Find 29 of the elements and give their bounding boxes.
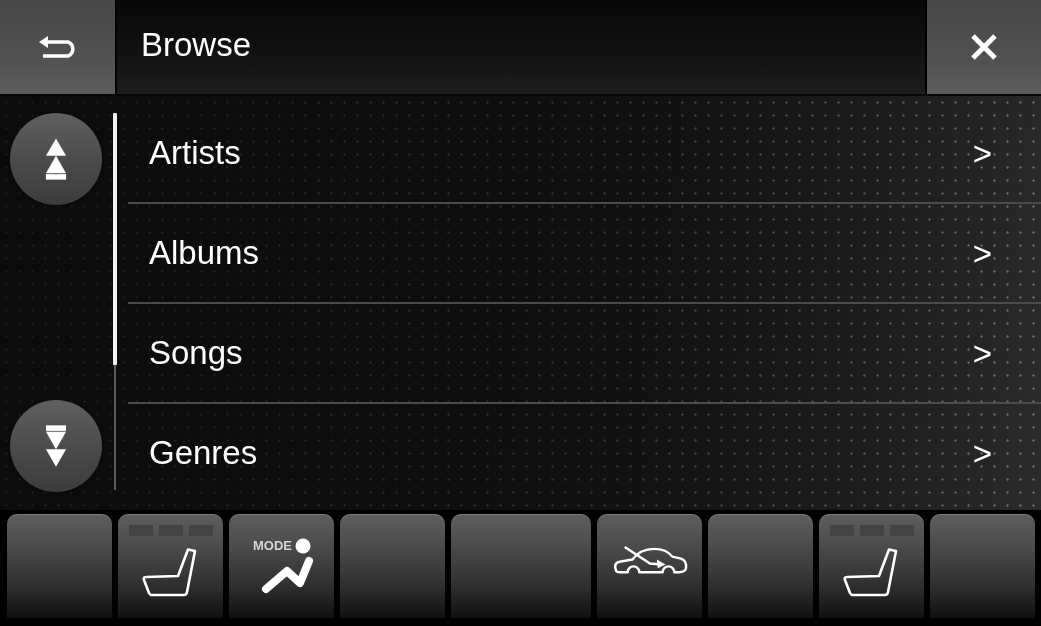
- list-item[interactable]: Artists >: [128, 102, 1041, 202]
- blank-button[interactable]: [7, 514, 112, 618]
- seat-heater-button[interactable]: [118, 514, 223, 618]
- recirculation-button[interactable]: [597, 514, 702, 618]
- scroll-down-button[interactable]: [10, 400, 102, 492]
- seat-icon: [142, 548, 197, 597]
- close-button[interactable]: [927, 0, 1041, 94]
- chevron-icon: >: [972, 436, 992, 470]
- scrollbar-thumb[interactable]: [113, 113, 117, 365]
- chevron-icon: >: [972, 136, 992, 170]
- chevron-icon: >: [972, 236, 992, 270]
- scroll-up-button[interactable]: [10, 113, 102, 205]
- blank-button[interactable]: [451, 514, 591, 618]
- double-down-arrow-icon: [45, 424, 67, 468]
- chevron-icon: >: [972, 336, 992, 370]
- blank-button[interactable]: [708, 514, 813, 618]
- blank-button[interactable]: [340, 514, 445, 618]
- close-icon: [970, 33, 998, 61]
- blank-button[interactable]: [930, 514, 1035, 618]
- back-arrow-icon: [38, 36, 77, 58]
- list-item[interactable]: Genres >: [128, 402, 1041, 502]
- seat-heater-button[interactable]: [819, 514, 924, 618]
- double-up-arrow-icon: [45, 137, 67, 181]
- list-item[interactable]: Albums >: [128, 202, 1041, 302]
- seat-icon: [843, 548, 898, 597]
- back-button[interactable]: [0, 0, 115, 94]
- screen-title: Browse: [141, 27, 252, 61]
- mode-button[interactable]: MODE: [229, 514, 334, 618]
- list-item[interactable]: Songs >: [128, 302, 1041, 402]
